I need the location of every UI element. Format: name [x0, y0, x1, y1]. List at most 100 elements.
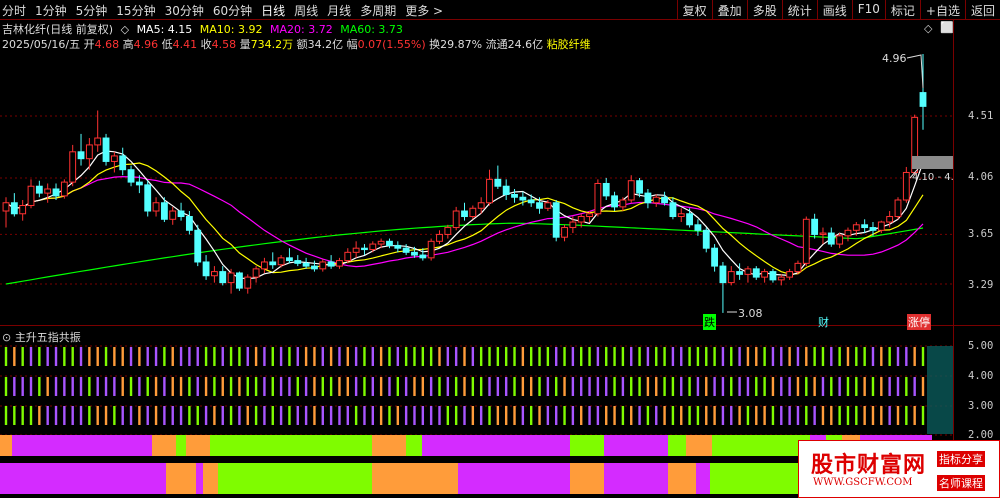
ind-band2-seg-0	[0, 463, 166, 494]
candle-body-24	[202, 261, 210, 277]
low-annotation: 3.08	[738, 307, 763, 320]
candle-body-67	[561, 227, 568, 238]
ind-bar-r2-66	[555, 406, 558, 425]
ind-bar-r2-106	[888, 406, 891, 425]
candle-body-91	[761, 271, 769, 278]
ind-band2-seg-7	[570, 463, 604, 494]
ind-bar-r1-1	[13, 377, 16, 396]
ind-bar-r1-92	[771, 377, 775, 396]
ind-bar-r2-71	[596, 406, 600, 425]
ind-bar-r0-91	[763, 347, 766, 366]
candle-body-80	[669, 202, 677, 218]
ind-bar-r1-22	[188, 377, 191, 396]
ind-bar-r0-26	[221, 347, 224, 366]
ind-bar-r1-61	[513, 377, 516, 396]
ind-bar-r0-60	[504, 347, 508, 366]
ind-bar-r0-62	[521, 347, 525, 366]
ind-bar-r2-90	[755, 406, 758, 425]
candlestick-chart[interactable]	[0, 0, 1000, 498]
ind-bar-r1-62	[521, 377, 525, 396]
ind-bar-r0-77	[646, 347, 650, 366]
ind-bar-r0-95	[796, 347, 800, 366]
ind-bar-r0-50	[421, 347, 425, 366]
ind-bar-r2-109	[913, 406, 916, 425]
candle-body-19	[160, 202, 168, 220]
watermark-tag2: 名师课程	[937, 475, 985, 491]
ind-bar-r0-19	[163, 347, 166, 366]
candle-body-63	[527, 199, 535, 204]
ind-bar-r2-13	[113, 406, 116, 425]
ind-bar-r1-35	[296, 377, 299, 396]
candle-body-72	[602, 182, 610, 197]
ind-bar-r2-47	[396, 406, 400, 425]
ind-bar-r0-22	[188, 347, 191, 366]
ind-bar-r0-10	[88, 347, 91, 366]
ind-bar-r0-66	[555, 347, 558, 366]
ind-bar-r1-93	[780, 377, 783, 396]
candle-body-81	[677, 213, 685, 218]
ind-bar-r1-30	[254, 377, 258, 396]
ind-bar-r0-55	[463, 347, 466, 366]
ind-bar-r2-82	[688, 406, 691, 425]
candle-body-38	[319, 261, 327, 270]
candle-body-3	[27, 185, 35, 207]
ind-bar-r1-110	[921, 377, 925, 396]
ind-bar-r1-72	[605, 377, 608, 396]
candle-body-70	[586, 213, 593, 218]
ind-bar-r0-89	[746, 347, 750, 366]
ind-bar-r0-18	[154, 347, 158, 366]
ind-bar-r1-37	[313, 377, 316, 396]
ind-bar-r1-52	[438, 377, 441, 396]
ind-bar-r0-96	[805, 347, 808, 366]
ind-bar-r2-58	[488, 406, 491, 425]
ind-band1-seg-5	[210, 435, 372, 456]
ind-bar-r2-37	[313, 406, 316, 425]
candle-body-94	[786, 271, 794, 278]
candle-body-35	[294, 260, 302, 264]
ind-bar-r0-32	[271, 347, 274, 366]
ind-bar-r1-91	[763, 377, 766, 396]
ind-bar-r1-51	[429, 377, 433, 396]
ind-bar-r2-41	[346, 406, 349, 425]
candle-body-61	[511, 193, 518, 198]
candle-body-56	[469, 207, 477, 218]
candle-body-87	[727, 271, 735, 284]
ind-bar-r0-45	[379, 347, 383, 366]
ind-bar-r1-84	[705, 377, 708, 396]
candle-body-101	[844, 229, 852, 237]
ind-bar-r0-82	[688, 347, 691, 366]
ind-bar-r2-30	[254, 406, 258, 425]
ind-bar-r0-49	[413, 347, 416, 366]
ind-bar-r1-68	[571, 377, 575, 396]
ind-bar-r1-47	[396, 377, 400, 396]
ind-bar-r1-21	[179, 377, 183, 396]
candle-body-73	[611, 195, 618, 208]
ind-bar-r0-61	[513, 347, 516, 366]
ind-bar-r2-55	[463, 406, 466, 425]
ind-bar-r1-0	[4, 377, 8, 396]
ind-bar-r0-6	[54, 347, 58, 366]
ind-bar-r1-109	[913, 377, 916, 396]
ind-bar-r2-34	[288, 406, 291, 425]
ind-bar-r2-86	[721, 406, 725, 425]
ind-bar-r0-39	[329, 347, 333, 366]
ind-bar-r1-60	[504, 377, 508, 396]
ind-bar-r0-46	[388, 347, 391, 366]
ind-bar-r2-53	[446, 406, 450, 425]
ind-bar-r0-25	[213, 347, 216, 366]
ind-bar-r1-2	[21, 377, 24, 396]
ind-bar-r1-74	[621, 377, 625, 396]
candle-body-23	[194, 229, 202, 263]
ind-bar-r2-10	[88, 406, 91, 425]
ind-band1-seg-1	[12, 435, 152, 456]
ind-bar-r2-83	[696, 406, 700, 425]
ind-band2-seg-2	[196, 463, 203, 494]
ind-bar-r1-42	[354, 377, 358, 396]
candle-body-50	[419, 254, 427, 259]
ind-bar-r0-97	[813, 347, 816, 366]
ind-bar-r0-59	[496, 347, 500, 366]
tag-cai: 财	[818, 316, 829, 329]
ind-bar-r2-101	[846, 406, 850, 425]
candle-body-53	[444, 227, 452, 235]
ind-bar-r0-101	[846, 347, 850, 366]
